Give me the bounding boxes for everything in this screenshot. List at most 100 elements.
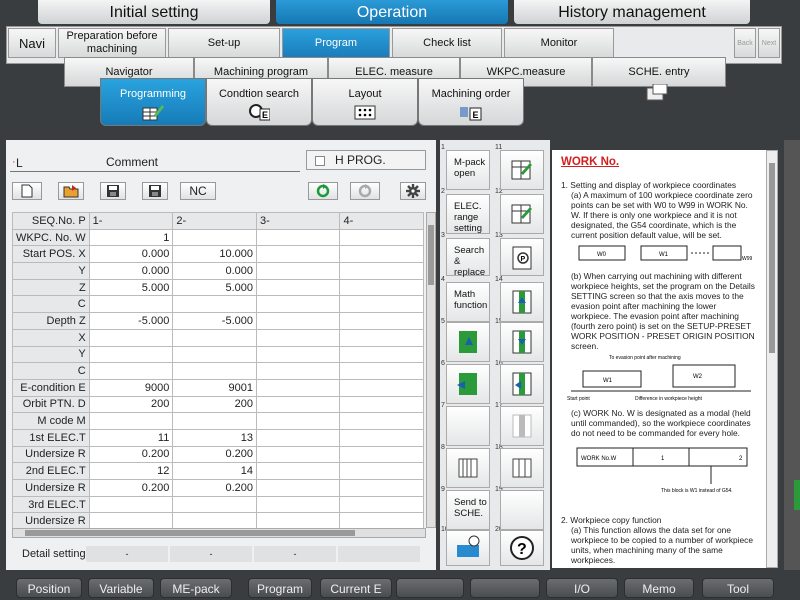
table-cell[interactable] bbox=[339, 428, 424, 447]
search-replace-button[interactable]: Search & replace bbox=[446, 238, 490, 278]
save-button[interactable] bbox=[100, 182, 126, 200]
f8-button[interactable] bbox=[446, 448, 490, 488]
elec-range-setting-button[interactable]: ELEC. range setting bbox=[446, 194, 490, 234]
table-cell[interactable] bbox=[255, 378, 341, 397]
header-col-4[interactable]: 4- bbox=[339, 212, 424, 230]
table-cell[interactable] bbox=[172, 362, 257, 380]
table-cell[interactable] bbox=[339, 462, 424, 480]
table-cell[interactable]: 9001 bbox=[172, 378, 257, 397]
table-cell[interactable] bbox=[172, 345, 257, 364]
table-cell[interactable]: 12 bbox=[88, 462, 174, 480]
table-cell[interactable] bbox=[255, 345, 341, 364]
table-cell[interactable] bbox=[339, 328, 424, 347]
table-cell[interactable] bbox=[339, 395, 424, 414]
detail-setting-col-2[interactable]: - bbox=[170, 546, 252, 562]
f7-button[interactable] bbox=[446, 406, 490, 446]
table-cell[interactable] bbox=[339, 362, 424, 380]
help-button[interactable]: ? bbox=[500, 530, 544, 566]
f12-button[interactable] bbox=[500, 194, 544, 234]
table-cell[interactable] bbox=[339, 378, 424, 397]
tab-program[interactable]: Program bbox=[282, 28, 390, 58]
table-cell[interactable]: 14 bbox=[172, 462, 257, 480]
tab-monitor[interactable]: Monitor bbox=[504, 28, 614, 58]
tab-preparation-before-machining[interactable]: Preparation before machining bbox=[58, 28, 166, 58]
table-cell[interactable]: 0.200 bbox=[172, 445, 257, 464]
table-cell[interactable] bbox=[255, 278, 341, 297]
bottom-button-tool[interactable]: Tool bbox=[702, 578, 774, 598]
table-cell[interactable] bbox=[255, 428, 341, 447]
table-cell[interactable] bbox=[255, 395, 341, 414]
table-cell[interactable]: 5.000 bbox=[88, 278, 174, 297]
table-cell[interactable] bbox=[172, 295, 257, 314]
table-cell[interactable] bbox=[255, 412, 341, 430]
header-col-1[interactable]: 1- bbox=[88, 212, 174, 230]
table-cell[interactable] bbox=[172, 495, 257, 514]
table-cell[interactable]: 0.200 bbox=[88, 445, 174, 464]
back-button[interactable]: Back bbox=[734, 28, 756, 58]
table-cell[interactable]: 200 bbox=[172, 395, 257, 414]
table-horizontal-scrollbar[interactable] bbox=[12, 528, 426, 538]
refresh-button[interactable] bbox=[308, 182, 338, 200]
header-col-3[interactable]: 3- bbox=[255, 212, 341, 230]
h-prog-toggle[interactable]: H PROG. bbox=[306, 150, 426, 170]
table-cell[interactable]: 0.000 bbox=[172, 262, 257, 280]
tab-condition-search[interactable]: Condtion search E bbox=[206, 78, 312, 126]
table-cell[interactable] bbox=[255, 262, 341, 280]
f16-button[interactable] bbox=[500, 364, 544, 404]
table-cell[interactable] bbox=[339, 312, 424, 330]
table-cell[interactable] bbox=[172, 412, 257, 430]
open-file-button[interactable] bbox=[58, 182, 84, 200]
tab-programming[interactable]: Programming bbox=[100, 78, 206, 126]
h-prog-checkbox[interactable] bbox=[315, 155, 325, 166]
table-cell[interactable]: 0.200 bbox=[172, 479, 257, 497]
table-cell[interactable]: 0.000 bbox=[88, 245, 174, 264]
bottom-button-position[interactable]: Position bbox=[16, 578, 82, 598]
new-file-button[interactable] bbox=[12, 182, 42, 200]
f15-button[interactable] bbox=[500, 322, 544, 362]
table-cell[interactable]: -5.000 bbox=[172, 312, 257, 330]
table-cell[interactable] bbox=[255, 245, 341, 264]
f5-button[interactable] bbox=[446, 322, 490, 362]
table-cell[interactable]: 11 bbox=[88, 428, 174, 447]
f17-button[interactable] bbox=[500, 406, 544, 446]
table-cell[interactable]: 0.200 bbox=[88, 479, 174, 497]
tab-check-list[interactable]: Check list bbox=[392, 28, 502, 58]
detail-setting-col-3[interactable]: - bbox=[254, 546, 336, 562]
table-cell[interactable] bbox=[88, 295, 174, 314]
table-cell[interactable] bbox=[255, 228, 341, 247]
tab-initial-setting[interactable]: Initial setting bbox=[38, 0, 270, 24]
tab-history-management[interactable]: History management bbox=[514, 0, 750, 24]
table-cell[interactable]: 9000 bbox=[88, 378, 174, 397]
tab-operation[interactable]: Operation bbox=[276, 0, 508, 24]
bottom-button-memo[interactable]: Memo bbox=[624, 578, 694, 598]
save-as-button[interactable] bbox=[142, 182, 168, 200]
settings-button[interactable] bbox=[400, 182, 426, 200]
table-cell[interactable]: 10.000 bbox=[172, 245, 257, 264]
table-cell[interactable] bbox=[339, 479, 424, 497]
table-cell[interactable] bbox=[339, 412, 424, 430]
f6-button[interactable] bbox=[446, 364, 490, 404]
table-cell[interactable] bbox=[172, 328, 257, 347]
table-cell[interactable]: 200 bbox=[88, 395, 174, 414]
table-cell[interactable] bbox=[339, 228, 424, 247]
table-cell[interactable] bbox=[255, 495, 341, 514]
f13-button[interactable]: P bbox=[500, 238, 544, 276]
table-cell[interactable]: 0.000 bbox=[88, 262, 174, 280]
table-cell[interactable] bbox=[339, 445, 424, 464]
tab-layout[interactable]: Layout bbox=[312, 78, 418, 126]
tab-set-up[interactable]: Set-up bbox=[168, 28, 280, 58]
table-cell[interactable] bbox=[255, 479, 341, 497]
table-cell[interactable] bbox=[339, 495, 424, 514]
detail-setting-col-4[interactable] bbox=[338, 546, 420, 562]
nc-button[interactable]: NC bbox=[180, 182, 216, 200]
table-cell[interactable] bbox=[255, 462, 341, 480]
table-vertical-scrollbar[interactable] bbox=[426, 212, 436, 528]
table-cell[interactable] bbox=[255, 328, 341, 347]
f14-button[interactable] bbox=[500, 282, 544, 322]
table-cell[interactable] bbox=[255, 445, 341, 464]
document-scrollbar[interactable] bbox=[766, 150, 778, 568]
bottom-button-program[interactable]: Program bbox=[248, 578, 312, 598]
header-col-2[interactable]: 2- bbox=[172, 212, 257, 230]
table-cell[interactable] bbox=[255, 295, 341, 314]
f11-button[interactable] bbox=[500, 150, 544, 190]
